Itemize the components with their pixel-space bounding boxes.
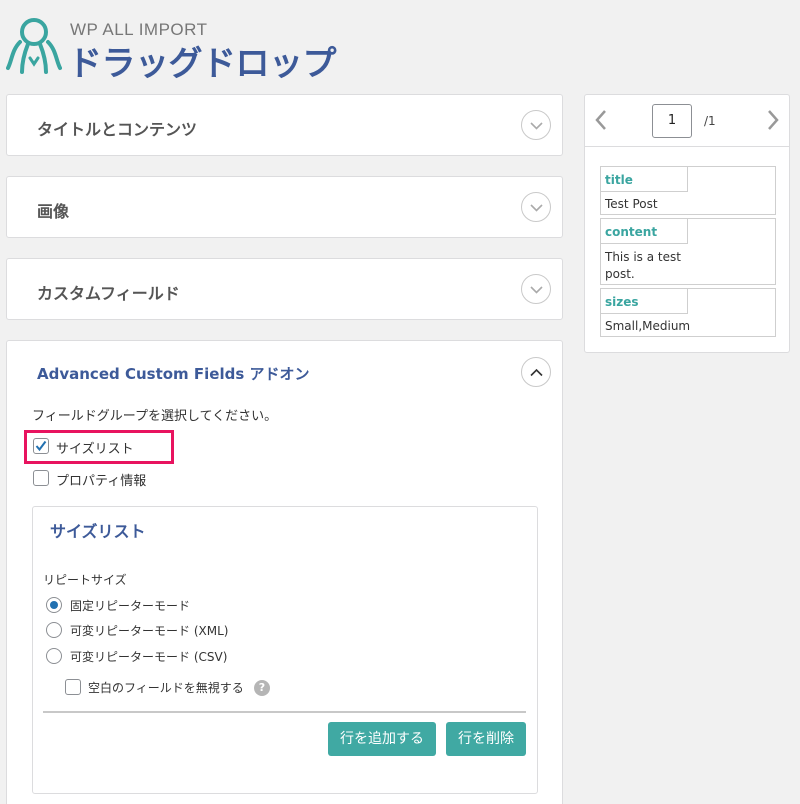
expand-button[interactable]	[521, 192, 551, 222]
section-title: 画像	[37, 202, 70, 221]
section-title: タイトルとコンテンツ	[37, 120, 198, 139]
collapse-button[interactable]	[521, 357, 551, 387]
checkbox-label: 空白のフィールドを無視する	[88, 681, 244, 695]
field-group-prompt: フィールドグループを選択してください。	[32, 409, 278, 424]
delete-row-button[interactable]: 行を削除	[446, 722, 526, 756]
previous-arrow-icon[interactable]	[594, 109, 608, 131]
radio-variable-csv[interactable]	[46, 648, 62, 664]
chevron-down-icon	[530, 204, 543, 212]
xml-node-title[interactable]: title Test Post	[600, 166, 776, 215]
next-arrow-icon[interactable]	[766, 109, 780, 131]
expand-button[interactable]	[521, 110, 551, 140]
checkbox-label: プロパティ情報	[56, 474, 147, 489]
page-total: /1	[704, 114, 716, 128]
add-row-button[interactable]: 行を追加する	[328, 722, 436, 756]
brand-title: ドラッグドロップ	[68, 44, 337, 84]
checkmark-icon	[35, 440, 47, 452]
chevron-down-icon	[530, 286, 543, 294]
node-value: Test Post	[605, 197, 658, 211]
help-icon[interactable]: ?	[254, 680, 270, 696]
node-tag: sizes	[605, 295, 639, 309]
acf-title: Advanced Custom Fields アドオン	[37, 365, 310, 383]
checkbox-size-list[interactable]	[33, 438, 49, 454]
checkbox-ignore-empty[interactable]	[65, 679, 81, 695]
group-box-title: サイズリスト	[50, 522, 146, 541]
node-value: Small,Medium,La	[605, 319, 691, 333]
radio-selected-dot	[50, 601, 58, 609]
pager: 1 /1	[585, 95, 789, 147]
octopus-logo-icon	[6, 18, 62, 74]
section-images[interactable]: 画像	[6, 176, 563, 238]
section-title: カスタムフィールド	[37, 284, 180, 303]
chevron-up-icon	[530, 368, 543, 377]
node-tag: title	[605, 173, 633, 187]
checkbox-property-info[interactable]	[33, 470, 49, 486]
radio-label: 可変リピーターモード (CSV)	[70, 650, 228, 664]
checkbox-label: サイズリスト	[56, 442, 134, 457]
expand-button[interactable]	[521, 274, 551, 304]
xml-node-content[interactable]: content This is a test post.	[600, 218, 776, 285]
section-title-content[interactable]: タイトルとコンテンツ	[6, 94, 563, 156]
radio-label: 固定リピーターモード	[70, 599, 191, 613]
header: WP ALL IMPORT ドラッグドロップ	[0, 0, 800, 90]
divider	[43, 711, 526, 713]
radio-variable-xml[interactable]	[46, 622, 62, 638]
record-preview-panel: 1 /1 title Test Post content This is a t…	[584, 94, 790, 353]
node-value: This is a test	[605, 250, 681, 264]
radio-label: 可変リピーターモード (XML)	[70, 624, 229, 638]
radio-fixed-mode[interactable]	[46, 597, 62, 613]
node-tag: content	[605, 225, 658, 239]
node-value: post.	[605, 267, 635, 281]
section-custom-fields[interactable]: カスタムフィールド	[6, 258, 563, 320]
repeat-label: リピートサイズ	[43, 573, 127, 587]
page-number-input[interactable]: 1	[652, 104, 692, 138]
xml-node-sizes[interactable]: sizes Small,Medium,La	[600, 288, 776, 337]
chevron-down-icon	[530, 122, 543, 130]
